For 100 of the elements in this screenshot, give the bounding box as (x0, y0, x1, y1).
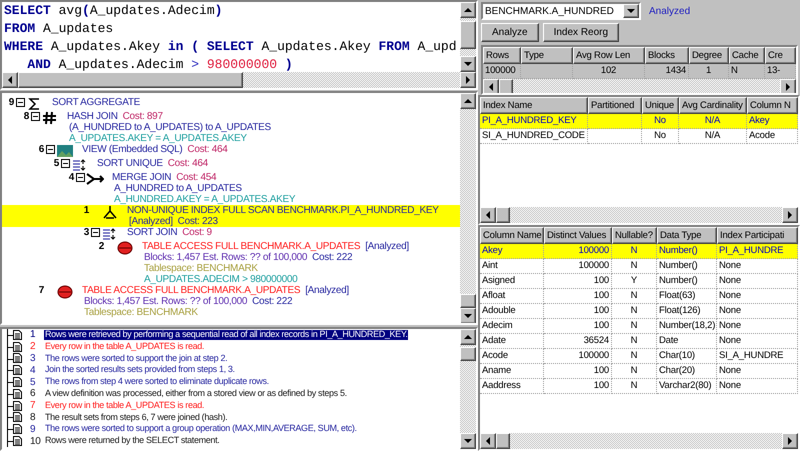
column-header[interactable]: Avg Row Len (573, 47, 645, 64)
table-cell: None (717, 379, 798, 394)
column-header[interactable]: Degree (689, 47, 729, 64)
sql-editor[interactable]: SELECT avg(A_updates.Adecim) FROM A_updates WHERE A_updates.Akey in ( SELECT A_updates.Akey FROM A_upd AND A_updates.Adecim > 980000000 ) (0, 0, 478, 90)
explanation-text[interactable]: Every row in the table A_UPDATES is read. (44, 400, 206, 411)
explanation-text[interactable]: Every row in the table A_UPDATES is read. (44, 342, 206, 352)
scrollbar-thumb[interactable] (18, 72, 243, 88)
scroll-right-button[interactable] (782, 433, 798, 449)
scrollbar-thumb[interactable] (460, 347, 476, 361)
scroll-down-button[interactable] (460, 56, 476, 72)
scrollbar-thumb[interactable] (496, 207, 510, 223)
object-dropdown[interactable]: BENCHMARK.A_HUNDRED (481, 2, 641, 20)
column-header[interactable]: Distinct Values (544, 227, 612, 244)
stats-grid[interactable]: Rows Type Avg Row Len Blocks Degree Cache Cre 100000 102 1434 1 N 13- (481, 45, 798, 95)
explanation-text[interactable]: Rows were returned by the SELECT statement. (44, 436, 220, 446)
column-header[interactable]: Unique (642, 97, 679, 114)
table-cell: Adate (480, 334, 544, 349)
table-row[interactable]: Afloat 100 N Float(63) None (480, 289, 798, 304)
table-row[interactable]: Aname 100 N Char(20) None (480, 364, 798, 379)
scrollbar-thumb[interactable] (460, 21, 476, 49)
scroll-up-button[interactable] (460, 2, 476, 18)
table-row[interactable]: Adouble 100 N Float(126) None (480, 304, 798, 319)
column-header[interactable]: Index Participati (717, 227, 798, 244)
scroll-left-button[interactable] (480, 207, 496, 223)
column-header[interactable]: Partitioned (588, 97, 642, 114)
plan-row[interactable]: 2 TABLE ACCESS FULL BENCHMARK.A_UPDATES [Analyzed] Blocks: 1,457 Est. Rows: ?? of 100,000 Cost: 222 Tablespace: BENCHMARK A_UPDATES.ADECIM > 980000000 (2, 241, 460, 285)
plan-step-text: Tablespace: BENCHMARK (83, 307, 199, 318)
vertical-scrollbar[interactable] (460, 329, 476, 449)
scroll-right-button[interactable] (460, 72, 476, 88)
plan-tree[interactable] (0, 91, 478, 325)
table-row[interactable]: Asigned 100 Y Number() None (480, 274, 798, 289)
table-row[interactable]: Aint 100000 N Number() None (480, 259, 798, 274)
table-row[interactable]: Aaddress 100 N Varchar2(80) None (480, 379, 798, 394)
scrollbar-thumb[interactable] (499, 79, 513, 93)
column-header[interactable]: Column N (747, 97, 798, 114)
toolbar-button[interactable]: Analyze (481, 23, 539, 42)
collapse-icon[interactable] (16, 98, 25, 107)
scroll-down-button[interactable] (460, 433, 476, 449)
table-row[interactable]: Adecim 100 N Number(18,2) None (480, 319, 798, 334)
plan-row[interactable]: 5 SORT UNIQUE Cost: 464 (2, 158, 460, 172)
step-number: 5 (29, 376, 36, 388)
toolbar-button[interactable]: Index Reorg (542, 23, 620, 42)
horizontal-scrollbar[interactable] (483, 79, 796, 93)
table-row[interactable]: PI_A_HUNDRED_KEY No N/A Akey (480, 114, 798, 129)
scroll-left-button[interactable] (480, 433, 496, 449)
column-header[interactable]: Index Name (480, 97, 588, 114)
plan-row[interactable]: 9 SORT AGGREGATE (2, 97, 460, 111)
plan-step-text: NON-UNIQUE INDEX FULL SCAN BENCHMARK.PI_A_HUNDRED_KEY (127, 205, 439, 216)
collapse-icon[interactable] (76, 173, 85, 182)
explanation-text[interactable]: A view definition was processed, either from a stored view or as defined by steps 5. (44, 388, 348, 399)
plan-row[interactable]: 3 SORT JOIN Cost: 9 (2, 227, 460, 241)
table-row[interactable]: Akey 100000 N Number() PI_A_HUNDRE (480, 244, 798, 259)
column-header[interactable]: Avg Cardinality (679, 97, 747, 114)
collapse-icon[interactable] (91, 228, 100, 237)
scroll-down-button[interactable] (460, 308, 476, 323)
column-header[interactable]: Data Type (657, 227, 717, 244)
step-number: 5 (52, 158, 60, 169)
scroll-left-button[interactable] (2, 72, 18, 88)
plan-row[interactable]: 1 NON-UNIQUE INDEX FULL SCAN BENCHMARK.PI_A_HUNDRED_KEY [Analyzed] Cost: 223 (2, 205, 460, 227)
horizontal-scrollbar[interactable] (2, 72, 476, 88)
collapse-icon[interactable] (61, 159, 70, 168)
column-header[interactable]: Nullable? (612, 227, 657, 244)
explanation-text[interactable]: The rows were sorted to support the join at step 2. (44, 354, 228, 364)
scroll-left-button[interactable] (483, 79, 499, 93)
column-grid[interactable] (478, 225, 800, 451)
dropdown-button[interactable] (623, 4, 639, 18)
plan-row[interactable]: 6 VIEW (Embedded SQL) Cost: 464 (2, 144, 460, 158)
picture-icon (56, 144, 74, 158)
scroll-up-button[interactable] (460, 93, 476, 109)
column-header[interactable]: Cache (729, 47, 765, 64)
vertical-scrollbar[interactable] (460, 93, 476, 323)
column-header[interactable]: Blocks (645, 47, 689, 64)
collapse-icon[interactable] (46, 145, 55, 154)
column-header[interactable]: Rows (483, 47, 521, 64)
explanation-text[interactable]: Rows were retrieved by performing a sequential read of all index records in PI_A_HUNDRED_KEY. (44, 330, 408, 340)
column-header[interactable]: Cre (765, 47, 796, 64)
horizontal-scrollbar[interactable] (480, 207, 798, 223)
table-row[interactable]: Acode 100000 N Char(10) SI_A_HUNDRE (480, 349, 798, 364)
plan-row[interactable]: 7 TABLE ACCESS FULL BENCHMARK.A_UPDATES [Analyzed] Blocks: 1,457 Est. Rows: ?? of 100,000 Cost: 222 Tablespace: BENCHMARK (2, 285, 460, 318)
column-header[interactable]: Column Name (480, 227, 544, 244)
explanation-text[interactable]: The result sets from steps 6, 7 were joined (hash). (44, 412, 228, 422)
collapse-icon[interactable] (31, 112, 40, 121)
vertical-scrollbar[interactable] (460, 2, 476, 72)
horizontal-scrollbar[interactable] (480, 433, 798, 449)
plan-row[interactable]: 8 HASH JOIN Cost: 897 (A_HUNDRED to A_UPDATES) to A_UPDATES A_UPDATES.AKEY = A_UPDATES.AKEY (2, 111, 460, 144)
scroll-right-button[interactable] (782, 207, 798, 223)
explanation-list[interactable] (0, 327, 478, 451)
explanation-text[interactable]: Join the sorted results sets provided from steps 1, 3. (44, 365, 236, 376)
scroll-up-button[interactable] (460, 329, 476, 345)
table-row[interactable]: SI_A_HUNDRED_CODE No N/A Acode (480, 129, 798, 144)
index-grid[interactable]: Index Name Partitioned Unique Avg Cardinality Column N PI_A_HUNDRED_KEY No N/A Akey SI_A_HUNDRED_CODE No N/A Acode (478, 95, 800, 225)
explanation-text[interactable]: The rows were sorted to support a group operation (MAX,MIN,AVERAGE, SUM, etc). (44, 424, 358, 434)
table-row[interactable]: Adate 36524 N Date None (480, 334, 798, 349)
scroll-right-button[interactable] (780, 79, 796, 93)
plan-row[interactable]: 4 MERGE JOIN Cost: 454 A_HUNDRED to A_UPDATES A_HUNDRED.AKEY = A_UPDATES.AKEY (2, 172, 460, 205)
step-number: 1 (29, 329, 36, 340)
column-header[interactable]: Type (521, 47, 573, 64)
scrollbar-thumb[interactable] (460, 294, 476, 308)
explanation-text[interactable]: The rows from step 4 were sorted to eliminate duplicate rows. (44, 377, 270, 388)
scrollbar-thumb[interactable] (496, 433, 510, 449)
